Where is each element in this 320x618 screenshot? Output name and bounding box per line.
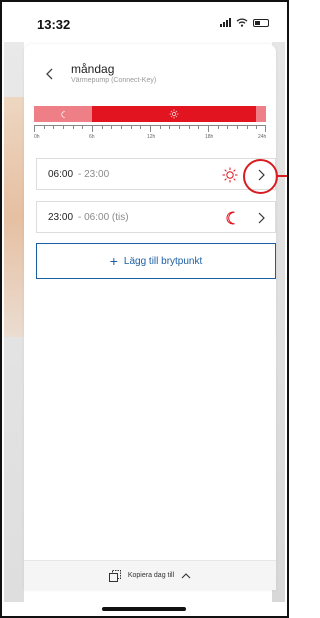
phone-frame: 13:32 måndag Värmepump (Connect-Key) 0h … — [0, 0, 289, 618]
sun-icon — [169, 109, 179, 119]
timeline-segment-night — [256, 106, 266, 122]
copy-day-bar[interactable]: Kopiera dag till — [24, 560, 276, 590]
timeline-tick — [101, 126, 103, 129]
highlight-pointer-line — [277, 175, 287, 177]
timeline-tick-label: 0h — [34, 134, 40, 140]
timeline-tick — [246, 126, 248, 129]
copy-icon — [108, 569, 121, 582]
background-app-edge — [4, 42, 24, 602]
schedule-sheet: måndag Värmepump (Connect-Key) 0h 6h 12h 18… — [24, 44, 276, 590]
header: måndag Värmepump (Connect-Key) — [24, 54, 276, 102]
timeline-tick — [121, 126, 122, 129]
timeline-tick-label: 24h — [258, 134, 267, 140]
timeline-tick — [179, 126, 180, 129]
timeline-labels: 0h 6h 12h 18h 24h — [34, 134, 266, 144]
timeline-tick — [237, 126, 238, 129]
day-timeline: 0h 6h 12h 18h 24h — [34, 106, 266, 144]
page-subtitle: Värmepump (Connect-Key) — [71, 77, 157, 84]
timeline-tick — [140, 126, 142, 129]
timeline-tick — [130, 126, 132, 129]
switchpoint-row[interactable]: 23:00 - 06:00 (tis) — [36, 201, 276, 233]
timeline-tick — [111, 126, 113, 129]
add-switchpoint-label: Lägg till brytpunkt — [123, 255, 203, 267]
moon-icon — [226, 211, 235, 225]
timeline-tick — [34, 126, 35, 132]
signal-icon — [220, 18, 231, 27]
timeline-tick — [198, 126, 200, 129]
copy-day-label: Kopiera dag till — [127, 572, 175, 579]
switchpoint-row[interactable]: 06:00 - 23:00 — [36, 158, 276, 190]
timeline-segment-night — [34, 106, 92, 122]
timeline-tick — [53, 126, 55, 129]
timeline-tick — [72, 126, 74, 129]
switchpoint-end-time: - 06:00 (tis) — [78, 212, 129, 223]
timeline-tick — [169, 126, 171, 129]
plus-icon: + — [109, 253, 118, 269]
timeline-bar — [34, 106, 266, 122]
highlight-circle — [243, 159, 278, 194]
moon-icon — [60, 110, 65, 118]
timeline-tick — [159, 126, 161, 129]
timeline-tick-label: 18h — [205, 134, 214, 140]
timeline-tick — [227, 126, 229, 129]
switchpoint-start-time: 06:00 — [48, 169, 74, 180]
back-chevron-icon[interactable] — [40, 64, 60, 84]
timeline-tick — [63, 126, 64, 129]
timeline-tick — [208, 126, 209, 132]
timeline-tick — [188, 126, 190, 129]
home-indicator[interactable] — [102, 607, 186, 611]
timeline-ticks — [34, 125, 266, 133]
timeline-tick — [43, 126, 45, 129]
wifi-icon — [236, 18, 248, 27]
status-icons — [220, 18, 269, 27]
timeline-tick — [256, 126, 258, 129]
switchpoint-start-time: 23:00 — [48, 212, 74, 223]
timeline-tick — [265, 126, 266, 132]
status-bar: 13:32 — [2, 2, 287, 42]
timeline-tick-label: 12h — [147, 134, 156, 140]
chevron-up-icon[interactable] — [180, 571, 192, 581]
timeline-tick — [92, 126, 93, 132]
sun-icon — [222, 167, 238, 183]
timeline-segment-day — [92, 106, 257, 122]
switchpoint-end-time: - 23:00 — [78, 169, 110, 180]
timeline-tick — [82, 126, 84, 129]
chevron-right-icon[interactable] — [253, 210, 269, 226]
page-title: måndag — [71, 62, 115, 76]
timeline-tick — [217, 126, 219, 129]
timeline-tick — [150, 126, 151, 132]
timeline-tick-label: 6h — [89, 134, 95, 140]
status-time: 13:32 — [37, 17, 71, 32]
add-switchpoint-button[interactable]: + Lägg till brytpunkt — [36, 243, 276, 279]
battery-icon — [253, 18, 269, 27]
